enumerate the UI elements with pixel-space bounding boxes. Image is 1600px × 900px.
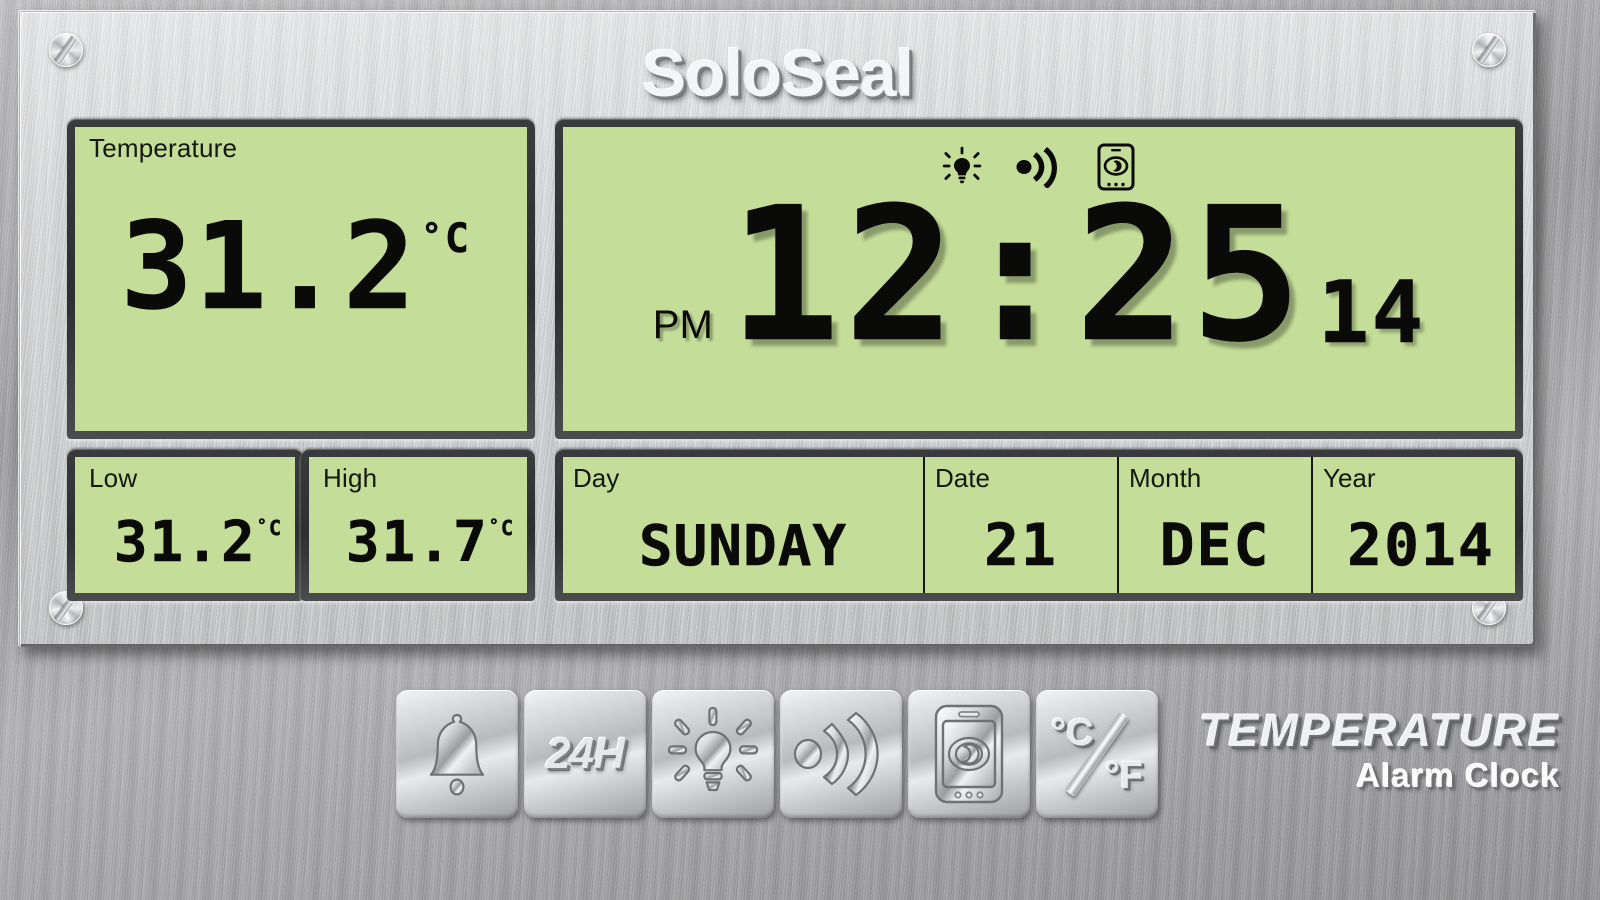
clock-reading: PM 12:25 14 [563, 197, 1515, 354]
control-button-bar: 24H [396, 690, 1158, 818]
product-name-primary: TEMPERATURE [1199, 708, 1560, 753]
backlight-button[interactable] [652, 690, 774, 818]
date-label: Date [935, 463, 990, 494]
phone-eye-icon [930, 702, 1008, 806]
celsius-label: °C [1051, 712, 1094, 755]
low-lcd: Low 31.2 ° C [75, 457, 295, 593]
day-label: Day [573, 463, 619, 494]
date-cell-date: Date 21 [925, 457, 1119, 593]
high-lcd: High 31.7 ° C [309, 457, 527, 593]
high-degree-symbol: ° [489, 518, 501, 535]
date-grid: Day SUNDAY Date 21 Month DEC Year 2014 [563, 457, 1515, 593]
lightbulb-icon [667, 706, 759, 802]
year-value: 2014 [1313, 518, 1515, 573]
temperature-reading: 31.2 ° C [120, 213, 471, 323]
meridiem-indicator: PM [653, 303, 713, 348]
high-unit-letter: C [501, 518, 515, 538]
temperature-unit: ° C [421, 219, 471, 259]
low-unit-letter: C [269, 518, 283, 538]
temperature-value: 31.2 [120, 213, 417, 323]
temperature-label: Temperature [89, 133, 237, 164]
month-label: Month [1129, 463, 1201, 494]
clock-time: 12:25 [729, 197, 1306, 354]
high-temperature-panel: High 31.7 ° C [301, 449, 535, 601]
sound-button[interactable] [780, 690, 902, 818]
bell-icon [420, 709, 494, 799]
low-value: 31.2 [114, 516, 257, 569]
date-value: 21 [925, 518, 1117, 573]
date-cell-year: Year 2014 [1313, 457, 1515, 593]
date-panel: Day SUNDAY Date 21 Month DEC Year 2014 [555, 449, 1523, 601]
month-value: DEC [1119, 518, 1311, 573]
unit-letter: C [445, 219, 471, 259]
clock-panel: PM 12:25 14 [555, 119, 1523, 439]
date-cell-day: Day SUNDAY [563, 457, 925, 593]
unit-toggle-button[interactable]: °C °F [1036, 690, 1158, 818]
fahrenheit-label: °F [1105, 755, 1143, 798]
brand-title: SoloSeal [19, 35, 1536, 111]
year-label: Year [1323, 463, 1376, 494]
day-value: SUNDAY [563, 520, 923, 573]
temperature-lcd: Temperature 31.2 ° C [75, 127, 527, 431]
low-degree-symbol: ° [257, 518, 269, 535]
product-branding: TEMPERATURE Alarm Clock [1199, 708, 1560, 792]
date-lcd: Day SUNDAY Date 21 Month DEC Year 2014 [563, 457, 1515, 593]
product-name-secondary: Alarm Clock [1199, 759, 1560, 792]
clock-seconds: 14 [1318, 277, 1426, 350]
alarm-button[interactable] [396, 690, 518, 818]
low-label: Low [89, 463, 137, 494]
24h-label: 24H [546, 729, 624, 779]
temperature-panel: Temperature 31.2 ° C [67, 119, 535, 439]
high-label: High [323, 463, 377, 494]
high-reading: 31.7 ° C [346, 516, 515, 569]
device-front-plate: SoloSeal Temperature 31.2 ° C Low 31.2 °… [18, 10, 1536, 647]
low-reading: 31.2 ° C [114, 516, 283, 569]
clock-lcd: PM 12:25 14 [563, 127, 1515, 431]
display-sensor-button[interactable] [908, 690, 1030, 818]
date-cell-month: Month DEC [1119, 457, 1313, 593]
high-value: 31.7 [346, 516, 489, 569]
celsius-fahrenheit-icon: °C °F [1051, 710, 1143, 798]
degree-symbol: ° [421, 219, 443, 253]
low-temperature-panel: Low 31.2 ° C [67, 449, 303, 601]
sound-waves-icon [792, 708, 890, 800]
time-format-button[interactable]: 24H [524, 690, 646, 818]
